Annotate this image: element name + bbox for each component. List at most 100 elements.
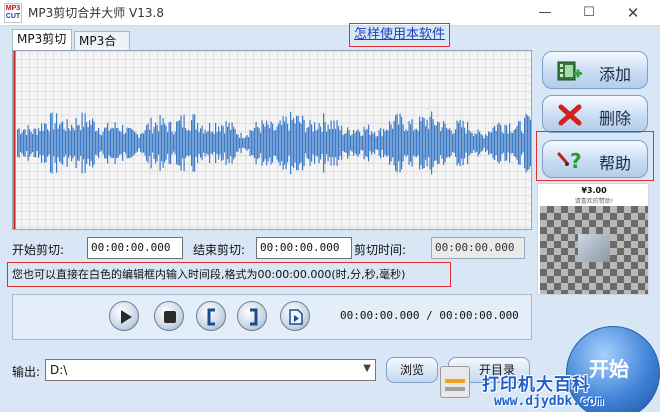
waveform-bar: [434, 125, 436, 161]
donate-panel: ¥3.00 请喜欢的赞助!: [537, 183, 649, 295]
waveform-bar: [516, 126, 518, 160]
waveform-bar: [405, 129, 407, 157]
waveform-bar: [30, 131, 32, 155]
waveform-bar: [483, 138, 485, 148]
waveform-bar: [131, 128, 133, 158]
waveform-bar: [414, 129, 416, 157]
waveform-bar: [261, 120, 263, 166]
waveform-bars: [17, 111, 531, 175]
waveform-bar: [299, 121, 301, 165]
start-time-input[interactable]: 00:00:00.000: [87, 237, 183, 259]
waveform-view[interactable]: [12, 50, 532, 230]
waveform-bar: [435, 125, 437, 161]
play-button[interactable]: [109, 301, 139, 331]
waveform-bar: [221, 124, 223, 162]
close-button[interactable]: ✕: [610, 0, 656, 26]
waveform-bar: [513, 130, 515, 156]
minimize-button[interactable]: —: [522, 0, 568, 26]
waveform-bar: [512, 132, 514, 154]
help-button[interactable]: ? 帮助: [542, 140, 648, 178]
waveform-bar: [228, 122, 230, 164]
duration-label: 剪切时间:: [354, 243, 407, 257]
waveform-bar: [138, 137, 140, 149]
waveform-bar: [443, 121, 445, 165]
waveform-bar: [75, 117, 77, 169]
title-bar: MP3 CUT MP3剪切合并大师 V13.8 — ☐ ✕: [0, 0, 660, 26]
how-to-use-link[interactable]: 怎样使用本软件: [349, 23, 451, 47]
qr-code: [540, 206, 648, 294]
waveform-bar: [236, 134, 238, 152]
set-end-button[interactable]: [237, 301, 267, 331]
delete-button[interactable]: 删除: [542, 95, 648, 133]
preview-button[interactable]: [280, 301, 310, 331]
add-button[interactable]: 添加: [542, 51, 648, 89]
output-path-select[interactable]: D:\ ▼: [45, 359, 376, 381]
waveform-bar: [449, 128, 451, 158]
waveform-bar: [455, 129, 457, 157]
waveform-bar: [504, 124, 506, 162]
waveform-bar: [456, 120, 458, 166]
waveform-bar: [378, 130, 380, 156]
logo-text-top: MP3: [5, 5, 21, 12]
waveform-bar: [422, 117, 424, 169]
waveform-bar: [425, 126, 427, 160]
waveform-bar: [336, 120, 338, 166]
waveform-bar: [467, 121, 469, 165]
waveform-bar: [149, 129, 151, 157]
waveform-bar: [267, 124, 269, 162]
waveform-bar: [207, 130, 209, 156]
waveform-bar: [365, 130, 367, 156]
waveform-bar: [239, 137, 241, 149]
set-start-button[interactable]: [196, 301, 226, 331]
waveform-bar: [509, 123, 511, 163]
waveform-bar: [411, 119, 413, 167]
waveform-bar: [173, 134, 175, 152]
waveform-bar: [17, 129, 19, 157]
add-button-label: 添加: [599, 65, 632, 84]
playback-position: 00:00:00.000 / 00:00:00.000: [340, 309, 519, 322]
waveform-bar: [140, 134, 142, 152]
waveform-bar: [225, 121, 227, 165]
waveform-bar: [450, 130, 452, 156]
waveform-bar: [366, 128, 368, 158]
waveform-bar: [395, 115, 397, 171]
waveform-bar: [384, 131, 386, 155]
waveform-bar: [23, 129, 25, 157]
end-time-input[interactable]: 00:00:00.000: [256, 237, 352, 259]
waveform-bar: [347, 127, 349, 159]
waveform-bar: [482, 135, 484, 151]
waveform-bar: [62, 121, 64, 165]
format-hint: 您也可以直接在白色的编辑框内输入时间段,格式为00:00:00.000(时,分,…: [7, 262, 451, 287]
waveform-bar: [488, 131, 490, 155]
waveform-bar: [447, 129, 449, 157]
waveform-bar: [300, 123, 302, 163]
waveform-bar: [521, 131, 523, 155]
waveform-bar: [260, 132, 262, 154]
waveform-bar: [480, 134, 482, 152]
waveform-bar: [524, 117, 526, 169]
waveform-bar: [171, 131, 173, 155]
waveform-bar: [476, 134, 478, 152]
delete-x-icon: [558, 104, 582, 126]
waveform-bar: [95, 131, 97, 155]
waveform-bar: [278, 123, 280, 163]
maximize-button[interactable]: ☐: [566, 0, 612, 26]
waveform-bar: [465, 133, 467, 153]
waveform-bar: [80, 130, 82, 156]
waveform-bar: [500, 125, 502, 161]
waveform-bar: [323, 113, 325, 173]
browse-button[interactable]: 浏览: [386, 357, 438, 383]
donate-note: 请喜欢的赞助!: [574, 198, 614, 205]
waveform-bar: [380, 127, 382, 159]
waveform-bar: [194, 114, 196, 172]
waveform-bar: [86, 122, 88, 164]
tab-mp3-merge[interactable]: MP3合并: [74, 31, 130, 66]
waveform-bar: [284, 121, 286, 165]
stop-button[interactable]: [154, 301, 184, 331]
waveform-bar: [431, 111, 433, 175]
waveform-bar: [101, 135, 103, 151]
waveform-bar: [32, 133, 34, 153]
waveform-bar: [269, 128, 271, 158]
waveform-bar: [507, 133, 509, 153]
tab-mp3-cut[interactable]: MP3剪切: [12, 29, 72, 50]
